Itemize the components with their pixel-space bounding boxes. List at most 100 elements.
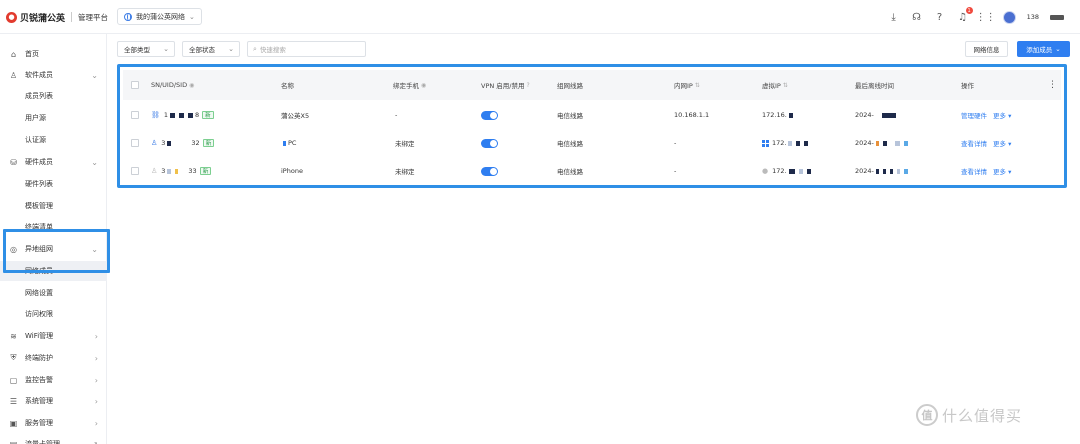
search-input[interactable]: ⌕ 快速搜索 bbox=[247, 41, 366, 57]
type-filter[interactable]: 全部类型 ⌄ bbox=[117, 41, 175, 57]
sidebar-item-label: 网络设置 bbox=[25, 289, 53, 297]
row-checkbox[interactable] bbox=[131, 157, 139, 185]
more-link[interactable]: 更多 ▾ bbox=[993, 110, 1011, 120]
sidebar-item-user-source[interactable]: 用户源 bbox=[0, 108, 107, 128]
network-select[interactable]: 我的蒲公英网络 ⌄ bbox=[117, 8, 202, 25]
apps-grid-icon[interactable]: ⋮⋮ bbox=[976, 11, 996, 23]
sidebar-item-terminal-protection[interactable]: ⛨ 终端防护 › bbox=[0, 348, 107, 368]
vpn-toggle[interactable] bbox=[481, 101, 498, 129]
monitor-icon: ▢ bbox=[9, 375, 18, 385]
sidebar-item-label: 系统管理 bbox=[25, 397, 53, 405]
manage-hardware-link[interactable]: 管理硬件 bbox=[961, 110, 987, 120]
sidebar-item-label: 软件成员 bbox=[25, 71, 53, 79]
sidebar-item-label: 硬件成员 bbox=[25, 158, 53, 166]
view-details-link[interactable]: 查看详情 bbox=[961, 166, 987, 176]
top-bar: ● 贝锐蒲公英 管理平台 我的蒲公英网络 ⌄ ⤓ ☊ ? ♫ 1 ⋮⋮ 138 bbox=[0, 0, 1080, 34]
col-offline-time: 最后离线时间 bbox=[855, 82, 894, 90]
col-phone: 绑定手机 ◉ bbox=[393, 81, 427, 91]
sidebar-item-home[interactable]: ⌂ 首页 bbox=[0, 44, 107, 64]
chevron-right-icon: › bbox=[94, 396, 98, 406]
vpn-toggle[interactable] bbox=[481, 129, 498, 157]
table-row: ⛓ 1 8新 蒲公英X5 - 电信线路 10.168.1.1 172.16. 2… bbox=[123, 101, 1061, 129]
search-placeholder: 快速搜索 bbox=[259, 46, 286, 54]
sidebar-item-label: 监控告警 bbox=[25, 376, 53, 384]
sidebar-item-data-card-management[interactable]: ▤ 流量卡管理 ↗ bbox=[0, 434, 107, 444]
row-checkbox[interactable] bbox=[131, 101, 139, 129]
simcard-icon: ▤ bbox=[9, 439, 18, 444]
chevron-right-icon: › bbox=[94, 375, 98, 385]
top-actions: ⤓ ☊ ? ♫ 1 ⋮⋮ 138 bbox=[888, 7, 1064, 25]
virtual-ip-cell: 172.16. bbox=[762, 101, 795, 129]
status-filter[interactable]: 全部状态 ⌄ bbox=[182, 41, 240, 57]
sidebar-item-access-permissions[interactable]: 访问权限 bbox=[0, 304, 107, 324]
actions-cell: 查看详情 更多 ▾ bbox=[961, 129, 1017, 157]
sidebar-item-label: 首页 bbox=[25, 50, 39, 58]
user-name[interactable]: 138 bbox=[1027, 13, 1039, 21]
sidebar-item-hardware-list[interactable]: 硬件列表 bbox=[0, 174, 107, 194]
column-settings-icon[interactable]: ⋮ bbox=[1048, 80, 1057, 90]
sidebar-item-label: 流量卡管理 bbox=[25, 440, 60, 444]
headset-icon[interactable]: ☊ bbox=[911, 11, 923, 23]
chevron-right-icon: › bbox=[94, 353, 98, 363]
sidebar-highlight-box bbox=[3, 229, 110, 273]
offline-time-cell: 2024- bbox=[855, 101, 898, 129]
sidebar-item-template-management[interactable]: 模板管理 bbox=[0, 196, 107, 216]
download-icon[interactable]: ⤓ bbox=[888, 11, 900, 23]
col-sn: SN/UID/SID ◉ bbox=[151, 81, 195, 89]
network-info-button[interactable]: 网络信息 bbox=[965, 41, 1008, 57]
col-vpn: VPN 启用/禁用? bbox=[481, 81, 530, 91]
user-icon: ♙ bbox=[9, 70, 18, 80]
brand[interactable]: ● 贝锐蒲公英 管理平台 bbox=[6, 11, 108, 24]
select-all-checkbox[interactable] bbox=[131, 70, 139, 100]
sidebar-item-network-settings[interactable]: 网络设置 bbox=[0, 283, 107, 303]
sidebar-item-auth-source[interactable]: 认证源 bbox=[0, 130, 107, 150]
more-link[interactable]: 更多 ▾ bbox=[993, 166, 1011, 176]
status-filter-label: 全部状态 bbox=[189, 46, 215, 54]
add-member-button[interactable]: 添加成员 ⌄ bbox=[1017, 41, 1070, 57]
sidebar-item-label: 成员列表 bbox=[25, 92, 53, 100]
lan-ip-cell: 10.168.1.1 bbox=[674, 111, 710, 119]
bell-icon[interactable]: ♫ 1 bbox=[957, 7, 973, 23]
offline-time-cell: 2024- bbox=[855, 129, 910, 157]
sidebar-item-member-list[interactable]: 成员列表 bbox=[0, 86, 107, 106]
chevron-down-icon: ⌄ bbox=[189, 12, 195, 21]
sidebar-item-hardware-members[interactable]: ⛁ 硬件成员 ⌄ bbox=[0, 152, 107, 172]
row-checkbox[interactable] bbox=[131, 129, 139, 157]
new-tag: 新 bbox=[199, 167, 212, 175]
phone-cell: 未绑定 bbox=[395, 140, 415, 148]
col-lan-ip: 内网IP ⇅ bbox=[674, 81, 700, 91]
search-icon: ⌕ bbox=[253, 44, 257, 53]
help-icon: ? bbox=[526, 81, 530, 89]
sidebar-item-monitoring-alerts[interactable]: ▢ 监控告警 › bbox=[0, 370, 107, 390]
type-filter-label: 全部类型 bbox=[124, 46, 150, 54]
avatar[interactable] bbox=[1002, 10, 1016, 24]
sidebar-item-service-management[interactable]: ▣ 服务管理 › bbox=[0, 413, 107, 433]
watermark-logo-icon: 值 bbox=[916, 404, 938, 426]
chevron-down-icon: ⌄ bbox=[91, 157, 98, 167]
vpn-toggle[interactable] bbox=[481, 157, 498, 185]
help-icon[interactable]: ? bbox=[934, 11, 946, 23]
table-row: ♙ 3 33 新 iPhone 未绑定 电信线路 - ● 172. 2024- 查… bbox=[123, 157, 1061, 185]
brand-name: 贝锐蒲公英 bbox=[20, 13, 66, 24]
sidebar-item-label: 硬件列表 bbox=[25, 180, 53, 188]
settings-icon: ☰ bbox=[9, 396, 18, 406]
line-cell: 电信线路 bbox=[557, 140, 583, 148]
sidebar-item-wifi-management[interactable]: ≋ WiFi管理 › bbox=[0, 326, 107, 346]
members-table: SN/UID/SID ◉ 名称 绑定手机 ◉ VPN 启用/禁用? 组网线路 内网I… bbox=[117, 64, 1067, 188]
actions-cell: 查看详情 更多 ▾ bbox=[961, 157, 1017, 185]
actions-cell: 管理硬件 更多 ▾ bbox=[961, 101, 1017, 129]
view-details-link[interactable]: 查看详情 bbox=[961, 138, 987, 148]
notification-badge: 1 bbox=[965, 7, 973, 14]
sidebar-item-software-members[interactable]: ♙ 软件成员 ⌄ bbox=[0, 65, 107, 85]
sort-icon: ⇅ bbox=[694, 81, 700, 89]
sidebar-item-system-management[interactable]: ☰ 系统管理 › bbox=[0, 391, 107, 411]
line-cell: 电信线路 bbox=[557, 112, 583, 120]
brand-logo-icon: ● bbox=[6, 11, 17, 23]
name-cell: PC bbox=[281, 129, 296, 157]
sn-cell: ⛓ 1 8新 bbox=[151, 101, 214, 129]
sidebar-item-label: WiFi管理 bbox=[25, 332, 54, 340]
chevron-right-icon: › bbox=[94, 418, 98, 428]
name-cell: iPhone bbox=[281, 167, 303, 175]
phone-cell: 未绑定 bbox=[395, 168, 415, 176]
more-link[interactable]: 更多 ▾ bbox=[993, 138, 1011, 148]
